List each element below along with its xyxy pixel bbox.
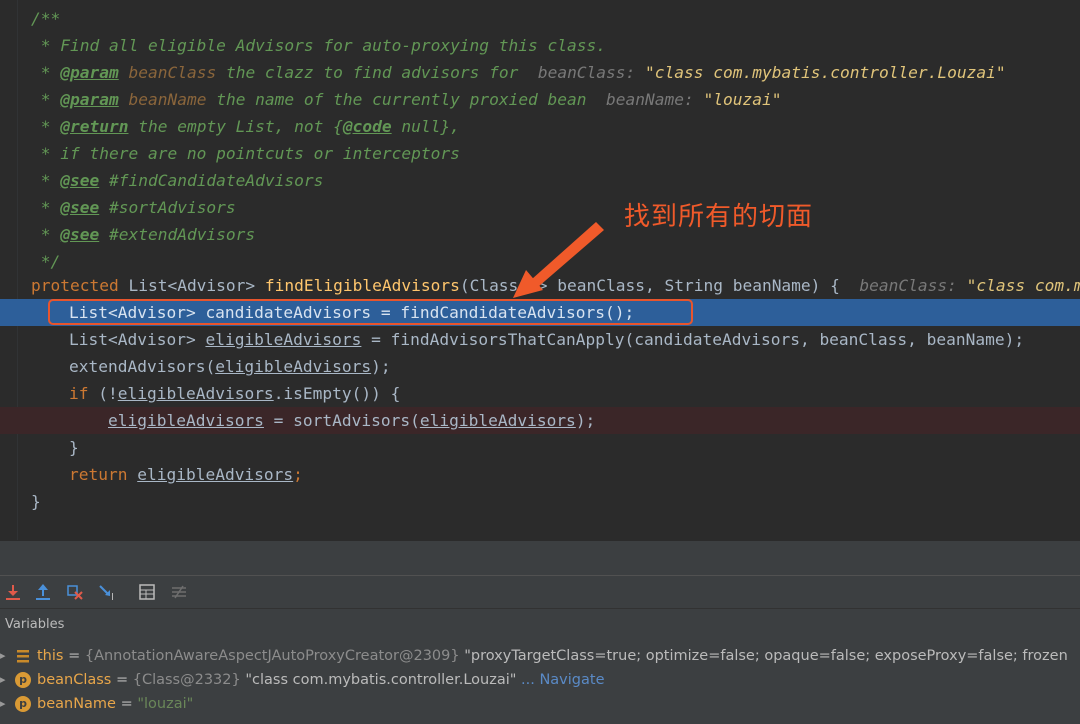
- step-out-icon[interactable]: [33, 582, 53, 602]
- panel-title: Variables: [5, 617, 65, 632]
- svg-text:I: I: [111, 592, 114, 602]
- expand-icon[interactable]: ▸: [0, 692, 6, 716]
- variables-panel-header: Variables: [0, 608, 1080, 642]
- trace-icon[interactable]: [169, 582, 189, 602]
- evaluate-icon[interactable]: [137, 582, 157, 602]
- variable-row[interactable]: ▸ p beanClass = {Class@2332} "class com.…: [0, 668, 1080, 692]
- drop-frame-icon[interactable]: [65, 582, 85, 602]
- parameter-icon: p: [15, 696, 31, 712]
- variable-name: beanClass: [37, 672, 112, 688]
- variable-row[interactable]: ▸ this = {AnnotationAwareAspectJAutoProx…: [0, 644, 1080, 668]
- variable-name: beanName: [37, 696, 116, 712]
- annotation-arrow: [513, 222, 604, 298]
- annotation-label: 找到所有的切面: [624, 202, 814, 232]
- expand-icon[interactable]: ▸: [0, 668, 6, 692]
- variable-ref: {Class@2332}: [132, 672, 241, 688]
- variable-ref: {AnnotationAwareAspectJAutoProxyCreator@…: [84, 648, 460, 664]
- parameter-icon: p: [15, 672, 31, 688]
- debugger-toolbar: I: [0, 575, 1080, 609]
- code-editor[interactable]: /** * Find all eligible Advisors for aut…: [0, 0, 1080, 540]
- variable-row[interactable]: ▸ p beanName = "louzai": [0, 692, 1080, 716]
- variable-name: this: [37, 648, 64, 664]
- variable-value: "louzai": [137, 696, 194, 712]
- field-icon: [17, 650, 29, 663]
- variable-value: "proxyTargetClass=true; optimize=false; …: [459, 648, 1068, 664]
- navigate-link[interactable]: ... Navigate: [521, 672, 604, 688]
- panel-splitter[interactable]: [0, 540, 1080, 576]
- run-to-cursor-icon[interactable]: I: [97, 582, 117, 603]
- step-into-icon[interactable]: [3, 582, 23, 602]
- expand-icon[interactable]: ▸: [0, 644, 6, 668]
- variable-value: "class com.mybatis.controller.Louzai": [240, 672, 517, 688]
- variables-list[interactable]: ▸ this = {AnnotationAwareAspectJAutoProx…: [0, 641, 1080, 724]
